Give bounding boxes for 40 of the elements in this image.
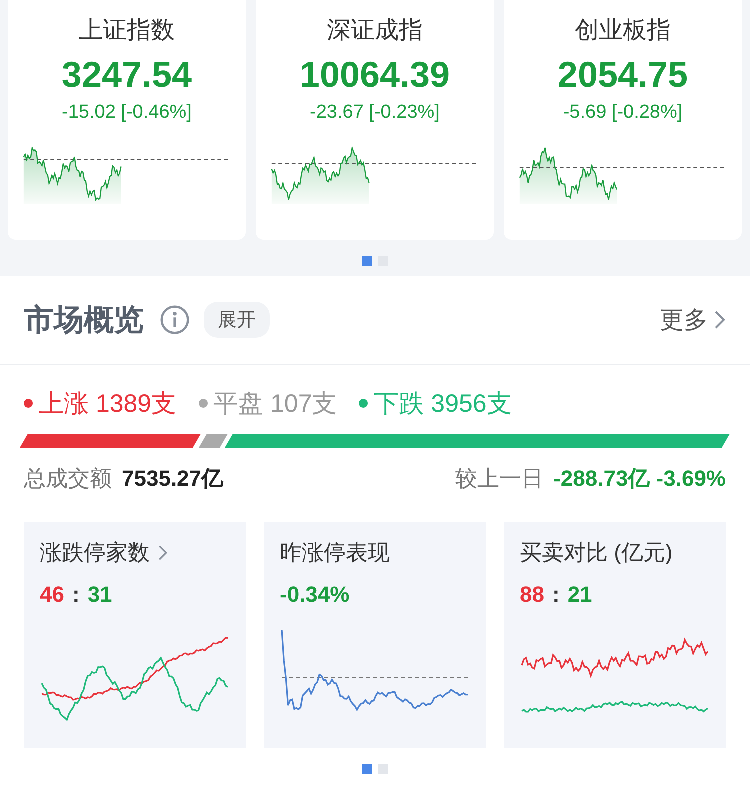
stat-card[interactable]: 昨涨停表现 -0.34% [264,522,486,748]
index-change: -5.69 [-0.28%] [563,102,683,124]
turnover-value: 7535.27亿 [122,465,224,493]
index-change: -15.02 [-0.46%] [62,102,192,124]
page-indicator[interactable] [362,256,372,266]
index-card[interactable]: 上证指数 3247.54 -15.02 [-0.46%] [8,0,246,240]
ratio-value: 46 [40,582,64,608]
ratio-value: 31 [88,582,112,608]
ratio-value: : [552,582,560,608]
turnover-label: 总成交额 [24,465,112,493]
breadth-stat: 上涨 1389支 [24,387,177,420]
index-name: 创业板指 [575,16,671,46]
index-name: 深证成指 [327,16,423,46]
section-title: 市场概览 [24,302,144,338]
expand-button[interactable]: 展开 [204,302,270,338]
card-title: 买卖对比 (亿元) [520,539,673,567]
index-card[interactable]: 深证成指 10064.39 -23.67 [-0.23%] [256,0,494,240]
stat-card[interactable]: 涨跌停家数 46 : 31 [24,522,246,748]
card-title: 涨跌停家数 [40,539,150,567]
ratio-value: 88 [520,582,544,608]
compare-value: -288.73亿 -3.69% [554,465,726,493]
index-value: 10064.39 [300,54,450,96]
index-value: 3247.54 [62,54,192,96]
stat-card[interactable]: 买卖对比 (亿元) 88 : 21 [504,522,726,748]
ratio-value: 21 [568,582,592,608]
card-title: 昨涨停表现 [280,539,390,567]
compare-label: 较上一日 [456,465,544,493]
breadth-stat: 平盘 107支 [198,387,338,420]
index-card[interactable]: 创业板指 2054.75 -5.69 [-0.28%] [504,0,742,240]
index-change: -23.67 [-0.23%] [310,102,440,124]
breadth-stat: 下跌 3956支 [359,387,512,420]
page-indicator[interactable] [362,764,372,774]
page-indicator[interactable] [378,764,388,774]
index-value: 2054.75 [558,54,688,96]
ratio-value: : [72,582,80,608]
chevron-icon [714,310,726,330]
more-link[interactable]: 更多 [660,304,726,336]
ratio-value: -0.34% [280,582,350,608]
index-name: 上证指数 [79,16,175,46]
info-icon[interactable] [160,305,190,335]
